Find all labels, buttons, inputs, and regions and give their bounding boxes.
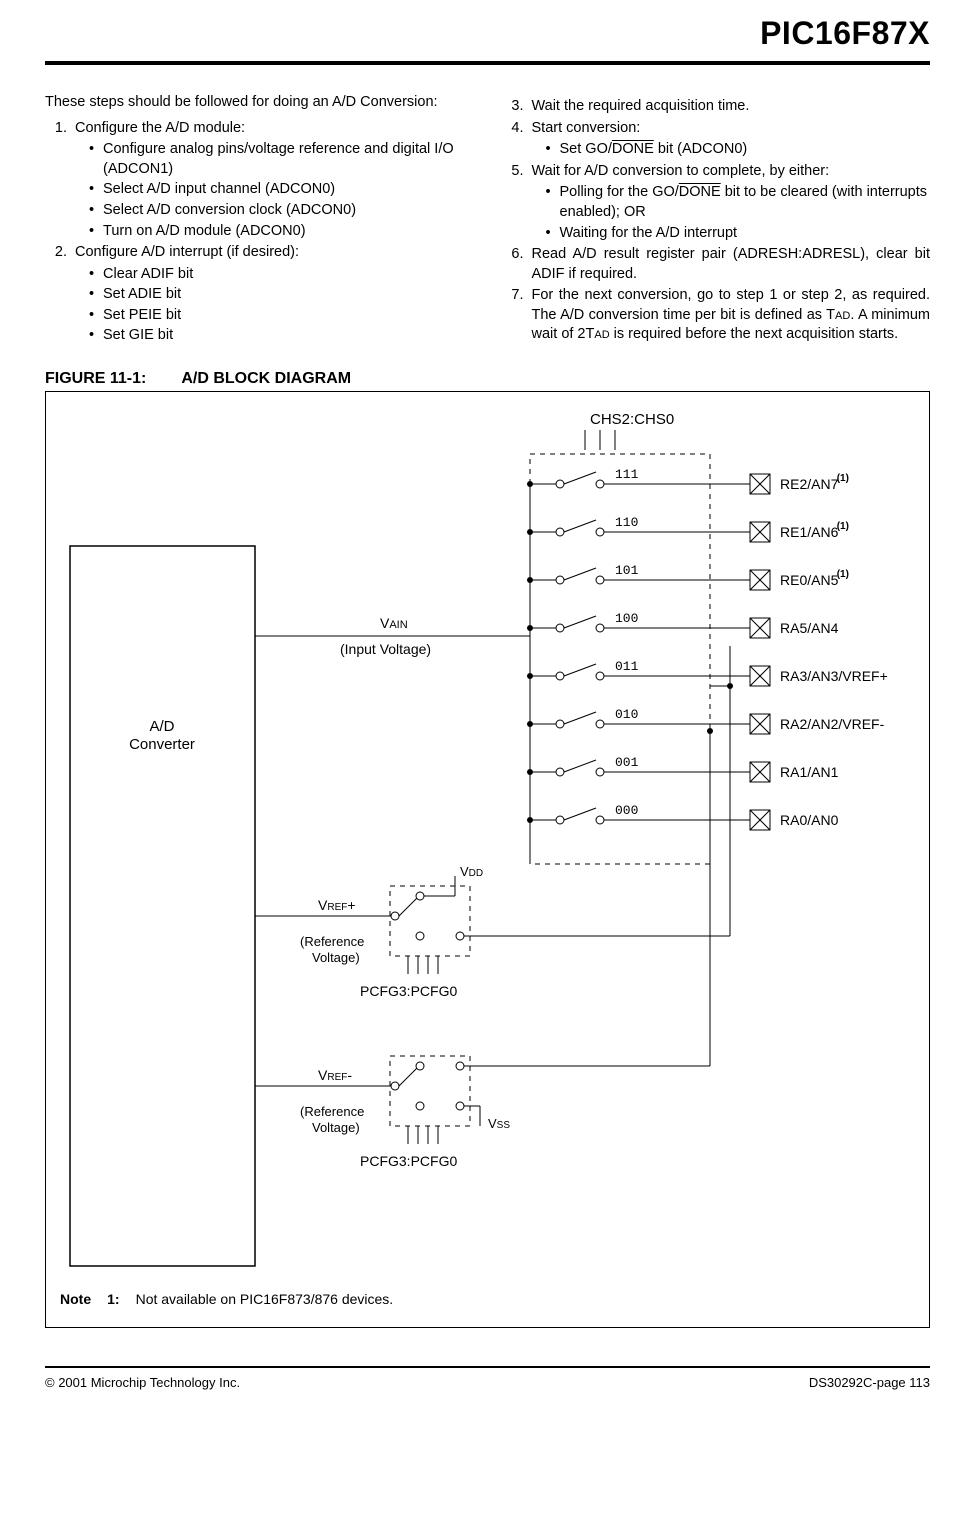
list-item: Set ADIE bit <box>89 285 474 305</box>
right-column: Wait the required acquisition time. Star… <box>502 93 931 348</box>
list-item: Set PEIE bit <box>89 306 474 326</box>
channel-code: 101 <box>615 563 639 578</box>
channel-code: 001 <box>615 755 639 770</box>
vdd-label: VDD <box>460 864 483 879</box>
step-2-text: Configure A/D interrupt (if desired): <box>75 244 299 260</box>
step-4-text: Start conversion: <box>532 120 641 136</box>
note-text: Not available on PIC16F873/876 devices. <box>136 1290 394 1309</box>
ad-block-diagram: CHS2:CHS0 111RE2/AN7(1)110RE1/AN6(1)101R… <box>60 406 916 1276</box>
chs-label: CHS2:CHS0 <box>590 411 674 428</box>
vss-label: VSS <box>488 1116 510 1131</box>
step-5-text: Wait for A/D conversion to complete, by … <box>532 163 830 179</box>
figure-title: A/D BLOCK DIAGRAM <box>181 370 351 387</box>
channel-pin-label: RE1/AN6 <box>780 524 839 540</box>
figure-frame: CHS2:CHS0 111RE2/AN7(1)110RE1/AN6(1)101R… <box>45 392 930 1328</box>
vrefp-label: VREF+ <box>318 897 356 913</box>
input-voltage-label: (Input Voltage) <box>340 641 431 657</box>
channel-code: 111 <box>615 467 639 482</box>
note1-sup: (1) <box>837 569 849 580</box>
step-5-sub: Polling for the GO/DONE bit to be cleare… <box>532 183 931 243</box>
step-7: For the next conversion, go to step 1 or… <box>528 286 931 345</box>
footer-left: © 2001 Microchip Technology Inc. <box>45 1374 240 1392</box>
channel-code: 010 <box>615 707 638 722</box>
refv-label-2b: Voltage) <box>312 1120 360 1135</box>
step-4: Start conversion: Set GO/DONE bit (ADCON… <box>528 119 931 160</box>
refv-label-1b: Voltage) <box>312 950 360 965</box>
refv-label-2: (Reference <box>300 1104 364 1119</box>
note1-sup: (1) <box>837 473 849 484</box>
vrefp-switch: VDD VREF+ (Reference Voltage) <box>255 686 730 999</box>
step-3: Wait the required acquisition time. <box>528 97 931 117</box>
title-rule <box>45 61 930 65</box>
list-item: Select A/D input channel (ADCON0) <box>89 180 474 200</box>
list-item: Select A/D conversion clock (ADCON0) <box>89 201 474 221</box>
footer-rule <box>45 1366 930 1368</box>
left-column: These steps should be followed for doing… <box>45 93 474 348</box>
intro-paragraph: These steps should be followed for doing… <box>45 93 474 113</box>
list-item: Configure analog pins/voltage reference … <box>89 140 474 179</box>
vrefm-label: VREF- <box>318 1067 352 1083</box>
pcfg-label-2: PCFG3:PCFG0 <box>360 1153 457 1169</box>
step-1-text: Configure the A/D module: <box>75 120 245 136</box>
figure-title-row: FIGURE 11-1: A/D BLOCK DIAGRAM <box>45 368 930 392</box>
step-2: Configure A/D interrupt (if desired): Cl… <box>71 243 474 346</box>
channel-pin-label: RA2/AN2/VREF- <box>780 716 885 732</box>
footer-right: DS30292C-page 113 <box>809 1374 930 1392</box>
steps-left: Configure the A/D module: Configure anal… <box>45 119 474 346</box>
converter-label-2: Converter <box>129 736 195 753</box>
list-item: Polling for the GO/DONE bit to be cleare… <box>546 183 931 222</box>
two-column-body: These steps should be followed for doing… <box>45 93 930 348</box>
channel-pin-label: RA3/AN3/VREF+ <box>780 668 888 684</box>
channel-code: 000 <box>615 803 638 818</box>
channel-code: 100 <box>615 611 638 626</box>
step-1: Configure the A/D module: Configure anal… <box>71 119 474 241</box>
note1-sup: (1) <box>837 521 849 532</box>
channel-code: 110 <box>615 515 638 530</box>
vain-label: VAIN <box>380 615 408 631</box>
list-item: Turn on A/D module (ADCON0) <box>89 222 474 242</box>
step-3-text: Wait the required acquisition time. <box>532 98 750 114</box>
refv-label-1: (Reference <box>300 934 364 949</box>
pcfg-label-1: PCFG3:PCFG0 <box>360 983 457 999</box>
figure-note: Note 1: Not available on PIC16F873/876 d… <box>60 1290 915 1309</box>
step-4-sub: Set GO/DONE bit (ADCON0) <box>532 140 931 160</box>
list-item: Clear ADIF bit <box>89 265 474 285</box>
step-1-sub: Configure analog pins/voltage reference … <box>75 140 474 241</box>
list-item: Set GIE bit <box>89 326 474 346</box>
converter-label-1: A/D <box>149 718 174 735</box>
figure-label: FIGURE 11-1: <box>45 370 146 387</box>
note-num: 1: <box>107 1290 119 1309</box>
note-label: Note <box>60 1290 91 1309</box>
channel-pin-label: RA0/AN0 <box>780 812 839 828</box>
step-5: Wait for A/D conversion to complete, by … <box>528 162 931 243</box>
channel-pin-label: RA5/AN4 <box>780 620 839 636</box>
step-6: Read A/D result register pair (ADRESH:AD… <box>528 245 931 284</box>
channel-pin-label: RA1/AN1 <box>780 764 839 780</box>
step-2-sub: Clear ADIF bit Set ADIE bit Set PEIE bit… <box>75 265 474 346</box>
steps-right: Wait the required acquisition time. Star… <box>502 97 931 345</box>
list-item: Set GO/DONE bit (ADCON0) <box>546 140 931 160</box>
list-item: Waiting for the A/D interrupt <box>546 224 931 244</box>
page-footer: © 2001 Microchip Technology Inc. DS30292… <box>45 1374 930 1402</box>
channel-code: 011 <box>615 659 639 674</box>
channel-pin-label: RE2/AN7 <box>780 476 839 492</box>
product-title: PIC16F87X <box>45 0 930 55</box>
channel-pin-label: RE0/AN5 <box>780 572 839 588</box>
